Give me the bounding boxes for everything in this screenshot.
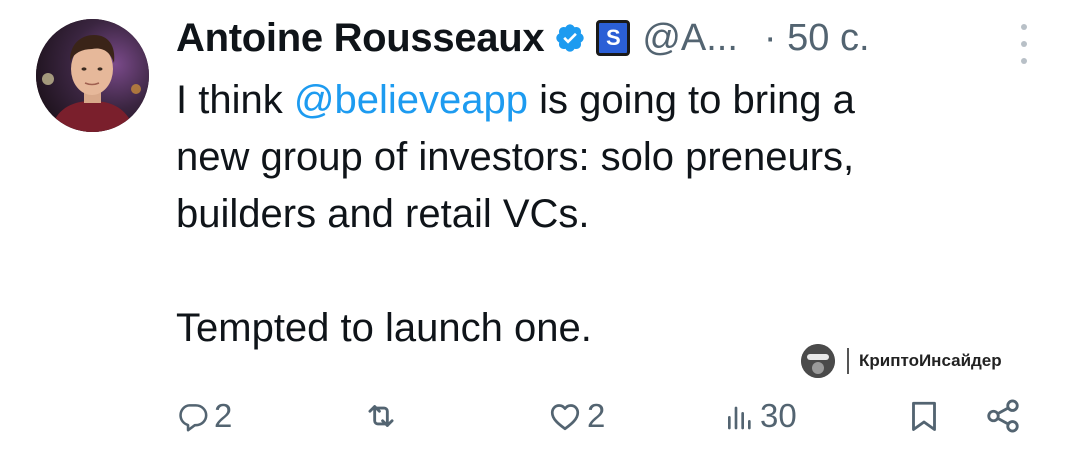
watermark-divider	[847, 348, 849, 374]
like-icon	[550, 404, 580, 431]
bookmark-icon	[912, 401, 936, 431]
tweet-text-line: I think @believeapp is going to bring a	[176, 72, 1056, 129]
like-button[interactable]: 2	[547, 390, 605, 442]
avatar-photo	[36, 19, 149, 132]
retweet-button[interactable]	[357, 390, 409, 442]
views-icon	[728, 406, 751, 430]
retweet-icon	[368, 405, 394, 427]
more-dot	[1021, 41, 1027, 47]
bookmark-button[interactable]	[906, 390, 942, 442]
more-icon[interactable]	[1014, 24, 1034, 64]
mention-link[interactable]: @believeapp	[294, 78, 528, 122]
author-name[interactable]: Antoine Rousseaux	[176, 16, 545, 61]
views-button[interactable]: 30	[724, 390, 797, 442]
like-count: 2	[587, 397, 606, 434]
text-segment: I think	[176, 78, 294, 122]
views-count: 30	[760, 397, 797, 434]
share-icon	[987, 399, 1019, 433]
reply-button[interactable]: 2	[176, 390, 232, 442]
reply-icon	[179, 404, 208, 432]
watermark: КриптоИнсайдер	[801, 343, 1002, 379]
verified-badge-icon	[554, 22, 586, 54]
tweet-actions: 2 2 30	[0, 390, 1080, 442]
author-handle[interactable]: @A...	[642, 17, 738, 60]
tweet-text-line: builders and retail VCs.	[176, 192, 590, 236]
text-segment: is going to bring a	[527, 78, 855, 122]
more-dot	[1021, 24, 1027, 30]
more-dot	[1021, 58, 1027, 64]
reply-count: 2	[214, 397, 233, 434]
author-avatar[interactable]	[36, 19, 149, 132]
tweet-timestamp[interactable]: · 50 с.	[764, 17, 870, 60]
tweet-text-line	[176, 243, 1056, 300]
watermark-logo-icon	[801, 344, 835, 378]
share-button[interactable]	[984, 390, 1022, 442]
affiliate-badge[interactable]: S	[596, 20, 631, 56]
tweet-text: I think @believeapp is going to bring a …	[176, 72, 1056, 357]
watermark-text: КриптоИнсайдер	[859, 351, 1002, 370]
tweet-header: Antoine Rousseaux S @A... · 50 с.	[176, 12, 870, 64]
tweet-text-line: new group of investors: solo preneurs,	[176, 135, 855, 179]
